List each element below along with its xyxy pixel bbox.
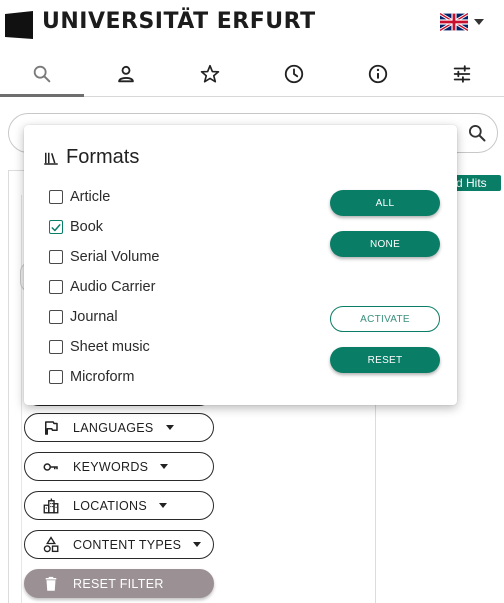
reset-filter-button[interactable]: RESET FILTER [24,569,214,598]
chevron-down-icon [474,19,484,25]
format-option-label: Article [70,189,111,205]
tab-info[interactable] [336,52,420,96]
formats-popup-title: Formats [42,146,139,169]
keywords-filter-label: KEYWORDS [73,459,149,474]
trash-icon [41,574,61,594]
content-types-filter-label: CONTENT TYPES [73,537,182,552]
format-option-journal[interactable]: Journal [49,307,118,327]
language-selector[interactable] [440,13,484,31]
shapes-icon [41,535,61,555]
formats-popup: Formats Article Book Serial Volume Audio… [24,125,457,405]
chevron-down-icon [193,542,202,547]
format-option-sheet-music[interactable]: Sheet music [49,337,150,357]
reset-button[interactable]: RESET [330,347,440,373]
tab-history[interactable] [252,52,336,96]
content-types-filter-button[interactable]: CONTENT TYPES [24,530,214,559]
search-icon [33,65,51,83]
reset-filter-label: RESET FILTER [73,576,164,591]
info-icon [368,64,388,84]
keywords-filter-button[interactable]: KEYWORDS [24,452,214,481]
flag-icon [41,418,61,438]
checkbox[interactable] [49,310,63,324]
checkbox[interactable] [49,280,63,294]
university-logo-icon[interactable] [5,11,33,39]
clock-icon [284,64,304,84]
format-option-label: Microform [70,369,135,385]
chevron-down-icon [160,464,169,469]
star-icon [200,64,220,83]
person-icon [118,65,134,83]
format-option-serial-volume[interactable]: Serial Volume [49,247,159,267]
checkbox[interactable] [49,190,63,204]
activate-button[interactable]: ACTIVATE [330,306,440,332]
locations-filter-label: LOCATIONS [73,498,148,513]
formats-title-text: Formats [66,146,140,168]
chevron-down-icon [159,503,168,508]
format-option-label: Book [70,219,104,235]
checkbox-checked[interactable] [49,220,63,234]
search-icon[interactable] [467,123,487,143]
format-option-microform[interactable]: Microform [49,367,134,387]
format-option-label: Audio Carrier [70,279,156,295]
languages-filter-label: LANGUAGES [73,420,154,435]
app-header: UNIVERSITÄT ERFURT [0,0,504,52]
select-none-button[interactable]: NONE [330,231,440,257]
format-option-label: Journal [70,309,118,325]
format-option-book[interactable]: Book [49,217,103,237]
format-option-article[interactable]: Article [49,187,110,207]
languages-filter-button[interactable]: LANGUAGES [24,413,214,442]
tab-search[interactable] [0,52,84,97]
uk-flag-icon [440,13,468,31]
format-option-audio-carrier[interactable]: Audio Carrier [49,277,155,297]
checkbox[interactable] [49,250,63,264]
chevron-down-icon [165,425,174,430]
select-all-button[interactable]: ALL [330,190,440,216]
main-tab-bar [0,52,504,97]
tune-icon [453,65,471,83]
site-logo-text[interactable]: UNIVERSITÄT ERFURT [42,9,316,34]
key-icon [41,457,61,477]
tab-account[interactable] [84,52,168,96]
tab-favorites[interactable] [168,52,252,96]
format-option-label: Serial Volume [70,249,160,265]
check-icon [51,223,61,231]
locations-filter-button[interactable]: LOCATIONS [24,491,214,520]
checkbox[interactable] [49,370,63,384]
city-icon [41,496,61,516]
library-books-icon [44,152,58,165]
checkbox[interactable] [49,340,63,354]
format-option-label: Sheet music [70,339,150,355]
tab-settings[interactable] [420,52,504,96]
